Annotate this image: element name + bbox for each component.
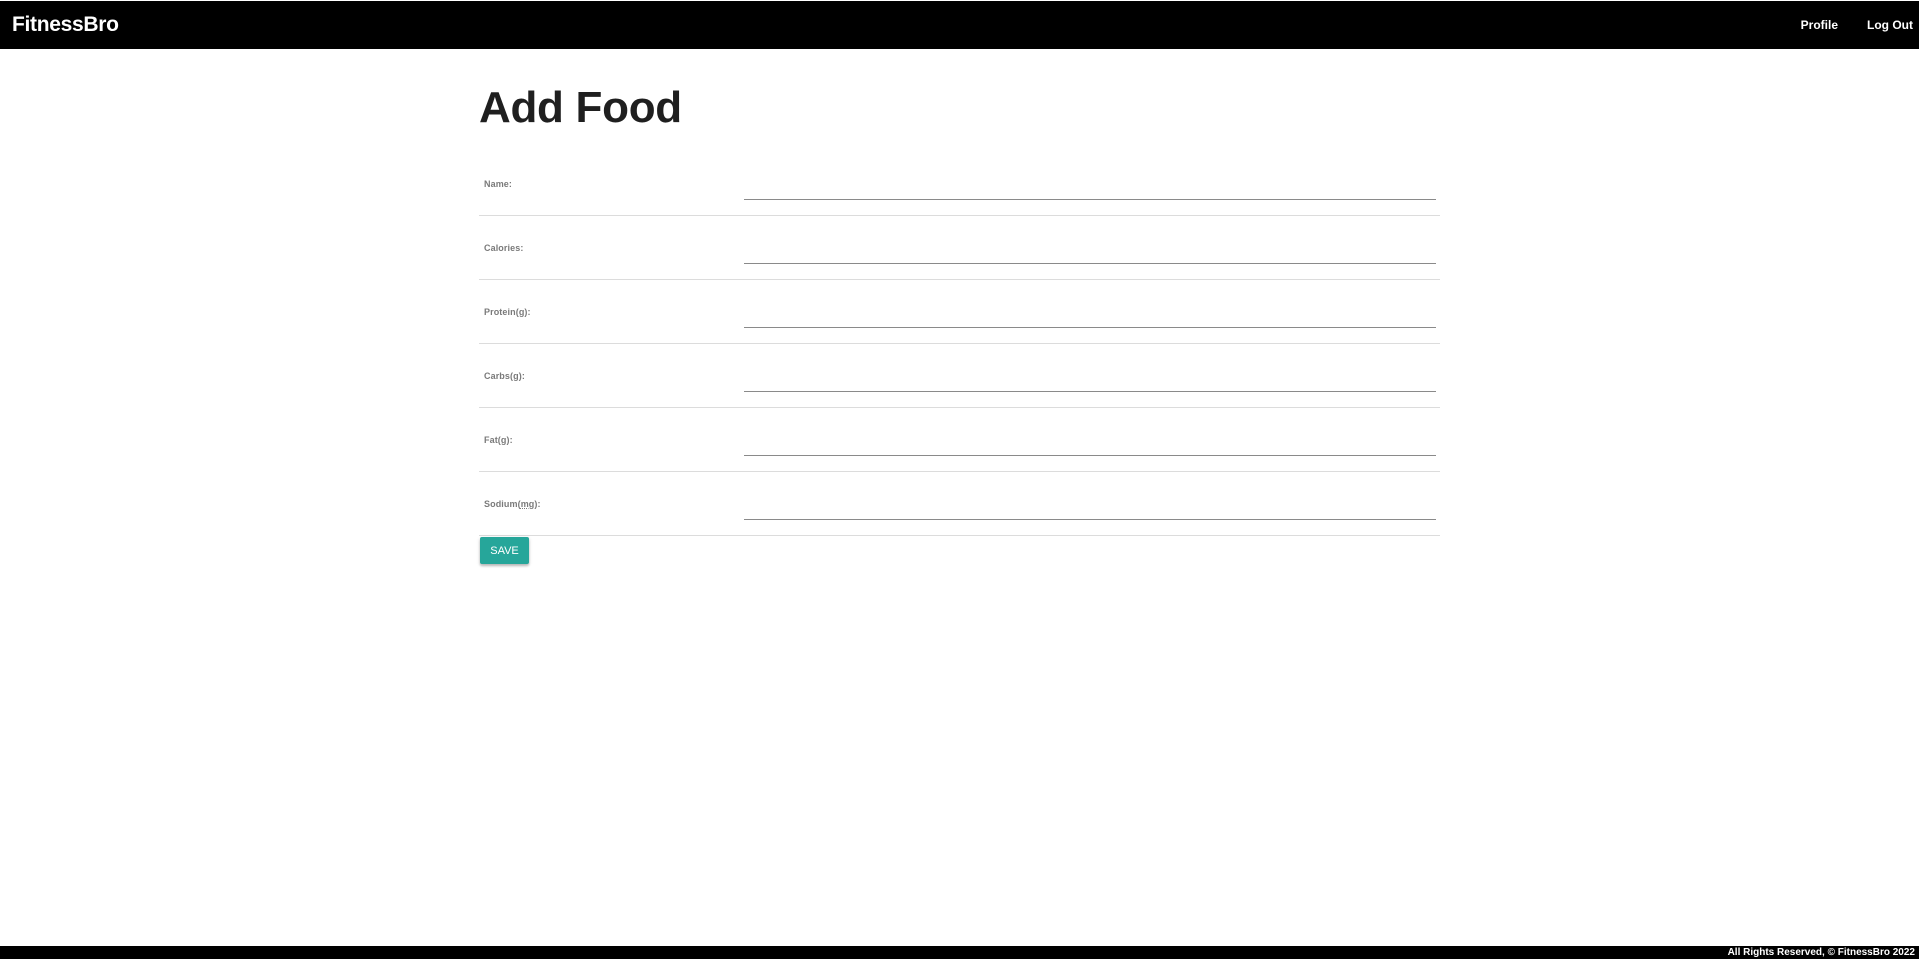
carbs-input-cell (744, 343, 1440, 408)
form-row-calories: Calories: (479, 215, 1440, 280)
name-input[interactable] (744, 173, 1436, 200)
calories-input[interactable] (744, 237, 1436, 264)
sodium-label: Sodium(mg): (479, 471, 744, 536)
fat-input[interactable] (744, 429, 1436, 456)
footer-copyright: All Rights Reserved, © FitnessBro 2022 (1727, 947, 1915, 958)
calories-input-cell (744, 215, 1440, 280)
form-row-fat: Fat(g): (479, 407, 1440, 472)
protein-input[interactable] (744, 301, 1436, 328)
protein-label-prefix: Protein( (484, 306, 519, 317)
calories-label: Calories: (479, 215, 744, 280)
name-label: Name: (479, 152, 744, 216)
footer: All Rights Reserved, © FitnessBro 2022 (0, 946, 1919, 959)
sodium-label-suffix: ): (534, 498, 541, 509)
protein-label: Protein(g): (479, 279, 744, 344)
sodium-input-cell (744, 471, 1440, 536)
name-input-cell (744, 152, 1440, 216)
brand-logo-link[interactable]: FitnessBro (12, 1, 119, 49)
sodium-unit: mg (520, 498, 535, 509)
form-row-name: Name: (479, 152, 1440, 216)
carbs-label: Carbs(g): (479, 343, 744, 408)
sodium-input[interactable] (744, 493, 1436, 520)
fat-label-prefix: Fat( (484, 434, 501, 445)
form-row-carbs: Carbs(g): (479, 343, 1440, 408)
add-food-form: Name: Calories: Protein(g): Carbs(g): Fa… (479, 152, 1440, 536)
nav-link-profile[interactable]: Profile (1801, 18, 1838, 32)
name-label-text: Name: (484, 178, 513, 189)
protein-input-cell (744, 279, 1440, 344)
calories-label-text: Calories: (484, 242, 524, 253)
protein-label-suffix: ): (524, 306, 531, 317)
fat-input-cell (744, 407, 1440, 472)
form-row-sodium: Sodium(mg): (479, 471, 1440, 536)
carbs-label-prefix: Carbs( (484, 370, 514, 381)
carbs-input[interactable] (744, 365, 1436, 392)
save-button[interactable]: Save (480, 537, 529, 564)
form-row-protein: Protein(g): (479, 279, 1440, 344)
nav-links: Profile Log Out (1772, 1, 1913, 49)
navbar: FitnessBro Profile Log Out (0, 1, 1919, 49)
carbs-label-suffix: ): (518, 370, 525, 381)
fat-label-suffix: ): (506, 434, 513, 445)
fat-label: Fat(g): (479, 407, 744, 472)
page-title: Add Food (479, 83, 682, 132)
nav-link-log-out[interactable]: Log Out (1867, 18, 1913, 32)
sodium-label-prefix: Sodium( (484, 498, 521, 509)
